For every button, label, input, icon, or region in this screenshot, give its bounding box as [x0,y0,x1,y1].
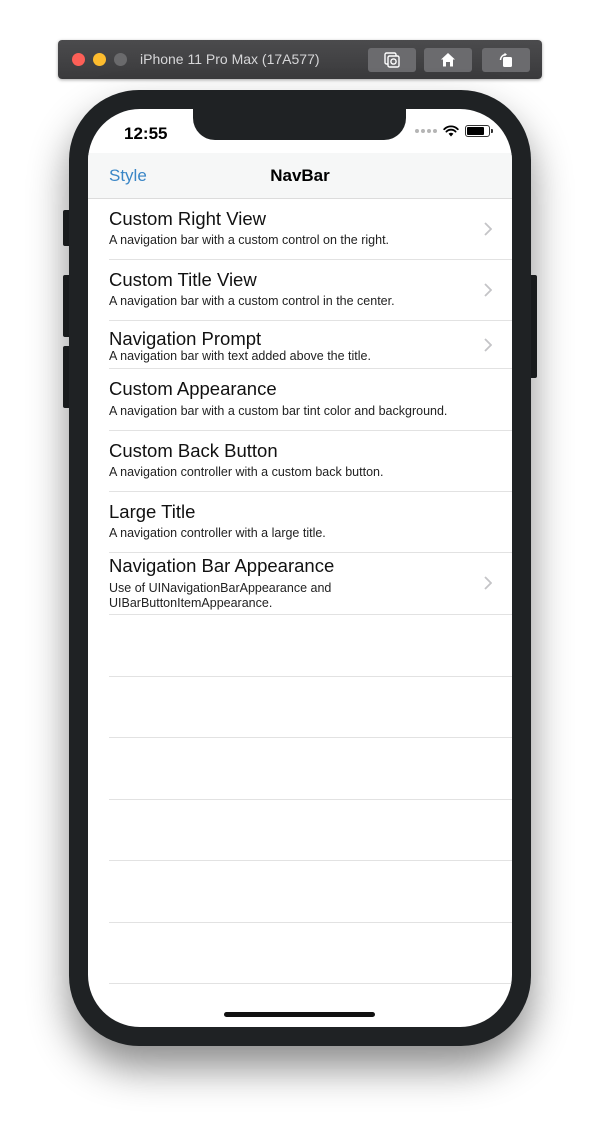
row-subtitle: A navigation bar with a custom bar tint … [109,404,448,418]
status-time: 12:55 [124,124,168,143]
simulator-toolbar: iPhone 11 Pro Max (17A577) [58,40,542,79]
empty-row [109,677,512,738]
page-title: NavBar [270,166,330,185]
row-title: Navigation Prompt [109,328,262,349]
table-row[interactable]: Navigation Bar Appearance Use of UINavig… [109,553,512,615]
rotate-button[interactable] [482,48,530,72]
row-title: Large Title [109,501,196,522]
screenshot-button[interactable] [368,48,416,72]
row-title: Navigation Bar Appearance [109,555,335,576]
cellular-signal-icon [415,129,437,133]
simulator-title: iPhone 11 Pro Max (17A577) [140,51,320,67]
empty-row [109,800,512,861]
table-row[interactable]: Large Title A navigation controller with… [109,492,512,553]
row-title: Custom Title View [109,269,257,290]
phone-screen: 12:55 Style NavBar Custom Right View A n… [88,109,512,1027]
empty-row [109,923,512,984]
empty-row [109,615,512,677]
row-title: Custom Back Button [109,440,278,461]
home-indicator[interactable] [224,1012,375,1017]
table-row[interactable]: Custom Appearance A navigation bar with … [109,369,512,431]
status-icons [415,125,493,137]
screenshot-icon [384,52,400,68]
home-button[interactable] [424,48,472,72]
empty-row [109,738,512,800]
rotate-icon [499,52,512,67]
row-subtitle: A navigation controller with a custom ba… [109,465,384,479]
row-subtitle: A navigation bar with a custom control o… [109,233,390,247]
home-icon [441,53,455,67]
chevron-right-icon [484,338,492,352]
chevron-right-icon [484,283,492,297]
notch [193,109,406,140]
table-row[interactable]: Navigation Prompt A navigation bar with … [109,321,512,369]
row-subtitle: A navigation controller with a large tit… [109,526,326,540]
row-subtitle: A navigation bar with a custom control i… [109,294,395,308]
wifi-icon [443,125,459,137]
window-close-button[interactable] [72,53,85,66]
row-title: Custom Right View [109,208,266,229]
table-view: Custom Right View A navigation bar with … [88,199,512,984]
empty-row [109,861,512,923]
chevron-right-icon [484,576,492,590]
row-subtitle: Use of UINavigationBarAppearance and UIB… [109,581,332,610]
window-zoom-button[interactable] [114,53,127,66]
window-minimize-button[interactable] [93,53,106,66]
row-title: Custom Appearance [109,378,277,399]
table-row[interactable]: Custom Title View A navigation bar with … [109,260,512,321]
table-row[interactable]: Custom Back Button A navigation controll… [109,431,512,492]
navigation-bar: Style NavBar [88,153,512,199]
phone-frame: 12:55 Style NavBar Custom Right View A n… [69,90,531,1046]
battery-icon [465,125,493,137]
chevron-right-icon [484,222,492,236]
row-subtitle: A navigation bar with text added above t… [109,349,371,363]
table-row[interactable]: Custom Right View A navigation bar with … [109,199,512,260]
